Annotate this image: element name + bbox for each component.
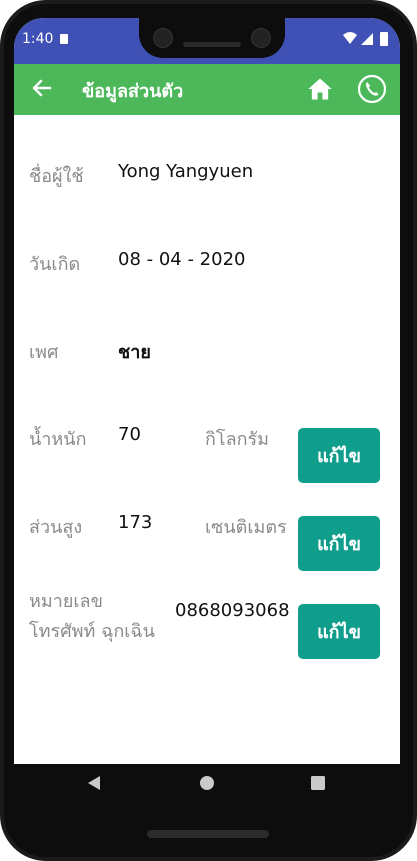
android-nav-bar [14, 764, 400, 802]
front-camera-right [251, 28, 271, 48]
height-value: 173 [118, 512, 153, 533]
status-time: 1:40 [22, 31, 54, 47]
emergency-phone-label-line2: โทรศัพท์ ฉุกเฉิน [29, 621, 155, 642]
emergency-phone-value: 0868093068 [175, 600, 290, 621]
signal-icon [361, 33, 373, 45]
birthdate-label: วันเกิด [29, 254, 81, 275]
status-bar: 1:40 [14, 18, 400, 64]
profile-content: ชื่อผู้ใช้ Yong Yangyuen วันเกิด 08 - 04… [14, 115, 400, 764]
weight-value: 70 [118, 424, 141, 445]
edit-weight-button[interactable]: แก้ไข [298, 428, 380, 483]
height-unit: เซนติเมตร [205, 517, 287, 538]
gender-label: เพศ [29, 342, 59, 363]
weight-unit: กิโลกรัม [205, 429, 270, 450]
weight-label: น้ำหนัก [29, 429, 87, 450]
emergency-phone-label-line1: หมายเลข [29, 591, 103, 612]
back-triangle-icon[interactable] [86, 775, 102, 791]
edit-emergency-phone-button[interactable]: แก้ไข [298, 604, 380, 659]
bottom-speaker-grill [147, 830, 269, 838]
username-value: Yong Yangyuen [118, 161, 254, 182]
screen: 1:40 ข้อมูลส่วนตัว ชื่อผู้ใช้ Yong Yangy… [14, 18, 400, 764]
sd-card-icon [60, 34, 68, 44]
arrow-left-icon[interactable] [30, 76, 54, 100]
home-icon[interactable] [306, 75, 334, 103]
wifi-icon [343, 32, 357, 44]
username-label: ชื่อผู้ใช้ [29, 166, 84, 187]
edit-height-button[interactable]: แก้ไข [298, 516, 380, 571]
gender-value: ชาย [118, 342, 151, 363]
home-circle-icon[interactable] [199, 775, 215, 791]
recents-square-icon[interactable] [310, 775, 326, 791]
page-title: ข้อมูลส่วนตัว [82, 81, 184, 102]
battery-icon [380, 32, 388, 46]
front-camera-left [153, 28, 173, 48]
earpiece-speaker [183, 42, 241, 47]
height-label: ส่วนสูง [29, 517, 83, 538]
status-icons [343, 32, 388, 46]
phone-icon[interactable] [357, 74, 387, 104]
birthdate-value: 08 - 04 - 2020 [118, 249, 246, 270]
camera-notch [139, 18, 285, 58]
app-bar: ข้อมูลส่วนตัว [14, 64, 400, 115]
